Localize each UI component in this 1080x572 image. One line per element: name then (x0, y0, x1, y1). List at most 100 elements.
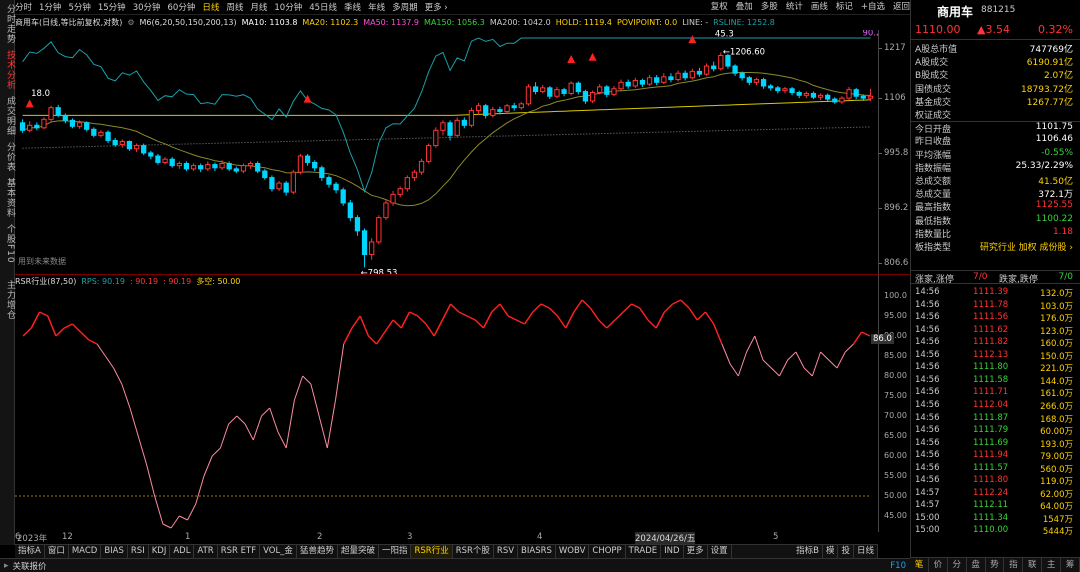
indicator-right-2[interactable]: 投 (838, 545, 854, 558)
stat-label: A股总市值 (915, 45, 958, 55)
period-8[interactable]: 月线 (250, 1, 267, 13)
tool-7[interactable]: 返回 (893, 0, 910, 12)
sector-pct: 0.32% (1038, 23, 1073, 36)
candle-body (497, 109, 503, 113)
period-14[interactable]: 更多 › (425, 1, 448, 13)
prev-high-label: 18.0 (31, 89, 50, 99)
indicator-tab-22[interactable]: 设置 (708, 545, 732, 558)
tool-0[interactable]: 复权 (711, 0, 728, 12)
left-tab-1[interactable]: 技术分析 (0, 50, 15, 90)
candle-body (589, 91, 596, 102)
candle-body (148, 152, 154, 157)
quote-tab-4[interactable]: 势 (986, 558, 1005, 572)
candle (383, 200, 389, 220)
date-label-8: 6 (15, 532, 21, 542)
period-2[interactable]: 5分钟 (68, 1, 90, 13)
candle (411, 169, 418, 181)
candle-body (597, 86, 603, 93)
rsr-segment (548, 307, 559, 317)
quote-tab-8[interactable]: 筹 (1061, 558, 1080, 572)
indicator-tab-10[interactable]: 猛兽趋势 (297, 545, 338, 558)
indicator-tab-3[interactable]: BIAS (101, 545, 128, 558)
rsr-chart[interactable] (15, 288, 878, 532)
indicator-tab-15[interactable]: RSV (494, 545, 519, 558)
quote-tab-1[interactable]: 价 (929, 558, 948, 572)
indicator-tab-4[interactable]: RSI (128, 545, 149, 558)
tick-row: 14:56 1111.62 123.0万 (911, 325, 1080, 337)
quote-tab-3[interactable]: 盘 (967, 558, 986, 572)
period-6[interactable]: 日线 (202, 1, 219, 13)
left-tab-2[interactable]: 成交明细 (0, 96, 15, 136)
rsr-segment (203, 455, 213, 477)
indicator-tab-16[interactable]: BIASRS (518, 545, 556, 558)
left-tab-6[interactable]: 主力增仓 (0, 280, 15, 320)
settings-icon[interactable]: ⚙ (127, 18, 134, 27)
period-7[interactable]: 周线 (226, 1, 243, 13)
period-10[interactable]: 45日线 (309, 1, 337, 13)
period-3[interactable]: 15分钟 (98, 1, 126, 13)
candle-body (554, 89, 560, 97)
candle (568, 81, 574, 96)
candle-body (511, 105, 517, 109)
status-f10[interactable]: F10 (890, 561, 906, 571)
tool-1[interactable]: 叠加 (736, 0, 753, 12)
sector-name: 商用车 (937, 5, 974, 19)
candle (775, 85, 781, 94)
indicator-tab-2[interactable]: MACD (69, 545, 102, 558)
indicator-tab-0[interactable]: 指标A (15, 545, 45, 558)
left-tab-4[interactable]: 基本资料 (0, 178, 15, 218)
candlestick-chart[interactable]: ←1206.60←798.5318.045.390.2 (15, 30, 878, 274)
legend-name: 商用车(日线,等比前复权,对数) (15, 18, 123, 27)
tool-4[interactable]: 画线 (811, 0, 828, 12)
indicator-tab-12[interactable]: 一阳指 (379, 545, 412, 558)
indicator-right-1[interactable]: 模 (823, 545, 839, 558)
indicator-tab-8[interactable]: RSR ETF (218, 545, 261, 558)
period-9[interactable]: 10分钟 (274, 1, 302, 13)
stat-row: A股总市值 747769亿 (911, 42, 1080, 55)
indicator-tab-6[interactable]: ADL (170, 545, 195, 558)
indicator-tab-21[interactable]: 更多 (684, 545, 708, 558)
period-1[interactable]: 1分钟 (39, 1, 61, 13)
period-11[interactable]: 季线 (344, 1, 361, 13)
period-12[interactable]: 年线 (368, 1, 385, 13)
quote-tab-6[interactable]: 联 (1023, 558, 1043, 572)
indicator-tab-7[interactable]: ATR (194, 545, 218, 558)
indicator-tab-13[interactable]: RSR行业 (411, 545, 453, 558)
tick-row: 14:56 1111.80 221.0万 (911, 362, 1080, 374)
candle-body (746, 77, 752, 83)
indicator-tab-19[interactable]: TRADE (626, 545, 662, 558)
quote-tab-5[interactable]: 指 (1004, 558, 1024, 572)
indicator-tab-11[interactable]: 超量突破 (338, 545, 379, 558)
candle (255, 161, 261, 174)
tool-2[interactable]: 多股 (761, 0, 778, 12)
tool-3[interactable]: 统计 (786, 0, 803, 12)
rsr-segment (466, 315, 476, 321)
candle-body (611, 88, 617, 95)
period-5[interactable]: 60分钟 (168, 1, 196, 13)
left-tab-0[interactable]: 分时走势 (0, 4, 15, 44)
tool-5[interactable]: 标记 (836, 0, 853, 12)
rsr-segment (310, 383, 320, 417)
status-arrow-icon[interactable]: ▸ (4, 561, 9, 571)
left-tab-3[interactable]: 分价表 (0, 142, 15, 172)
indicator-tab-5[interactable]: KDJ (149, 545, 171, 558)
quote-tab-7[interactable]: 主 (1042, 558, 1062, 572)
left-tab-5[interactable]: 个股F10 (0, 224, 15, 264)
indicator-tab-20[interactable]: IND (661, 545, 684, 558)
indicator-tab-14[interactable]: RSR个股 (453, 545, 494, 558)
indicator-tab-9[interactable]: VOL_金 (260, 545, 297, 558)
indicator-tab-18[interactable]: CHOPP (589, 545, 626, 558)
indicator-tab-17[interactable]: WOBV (556, 545, 590, 558)
stat-label: 最低指数 (915, 216, 952, 227)
status-text[interactable]: 关联报价 (13, 560, 47, 572)
quote-tab-2[interactable]: 分 (948, 558, 967, 572)
period-4[interactable]: 30分钟 (133, 1, 161, 13)
indicator-right-0[interactable]: 指标B (793, 545, 823, 558)
period-13[interactable]: 多周期 (392, 1, 418, 13)
tool-6[interactable]: +自选 (861, 0, 885, 12)
indicator-right-3[interactable]: 日线 (854, 545, 878, 558)
period-0[interactable]: 分时 (15, 1, 32, 13)
indicator-tab-1[interactable]: 窗口 (45, 545, 69, 558)
price-tick-4: 806.6 (884, 258, 909, 269)
quote-tab-0[interactable]: 笔 (910, 558, 929, 572)
